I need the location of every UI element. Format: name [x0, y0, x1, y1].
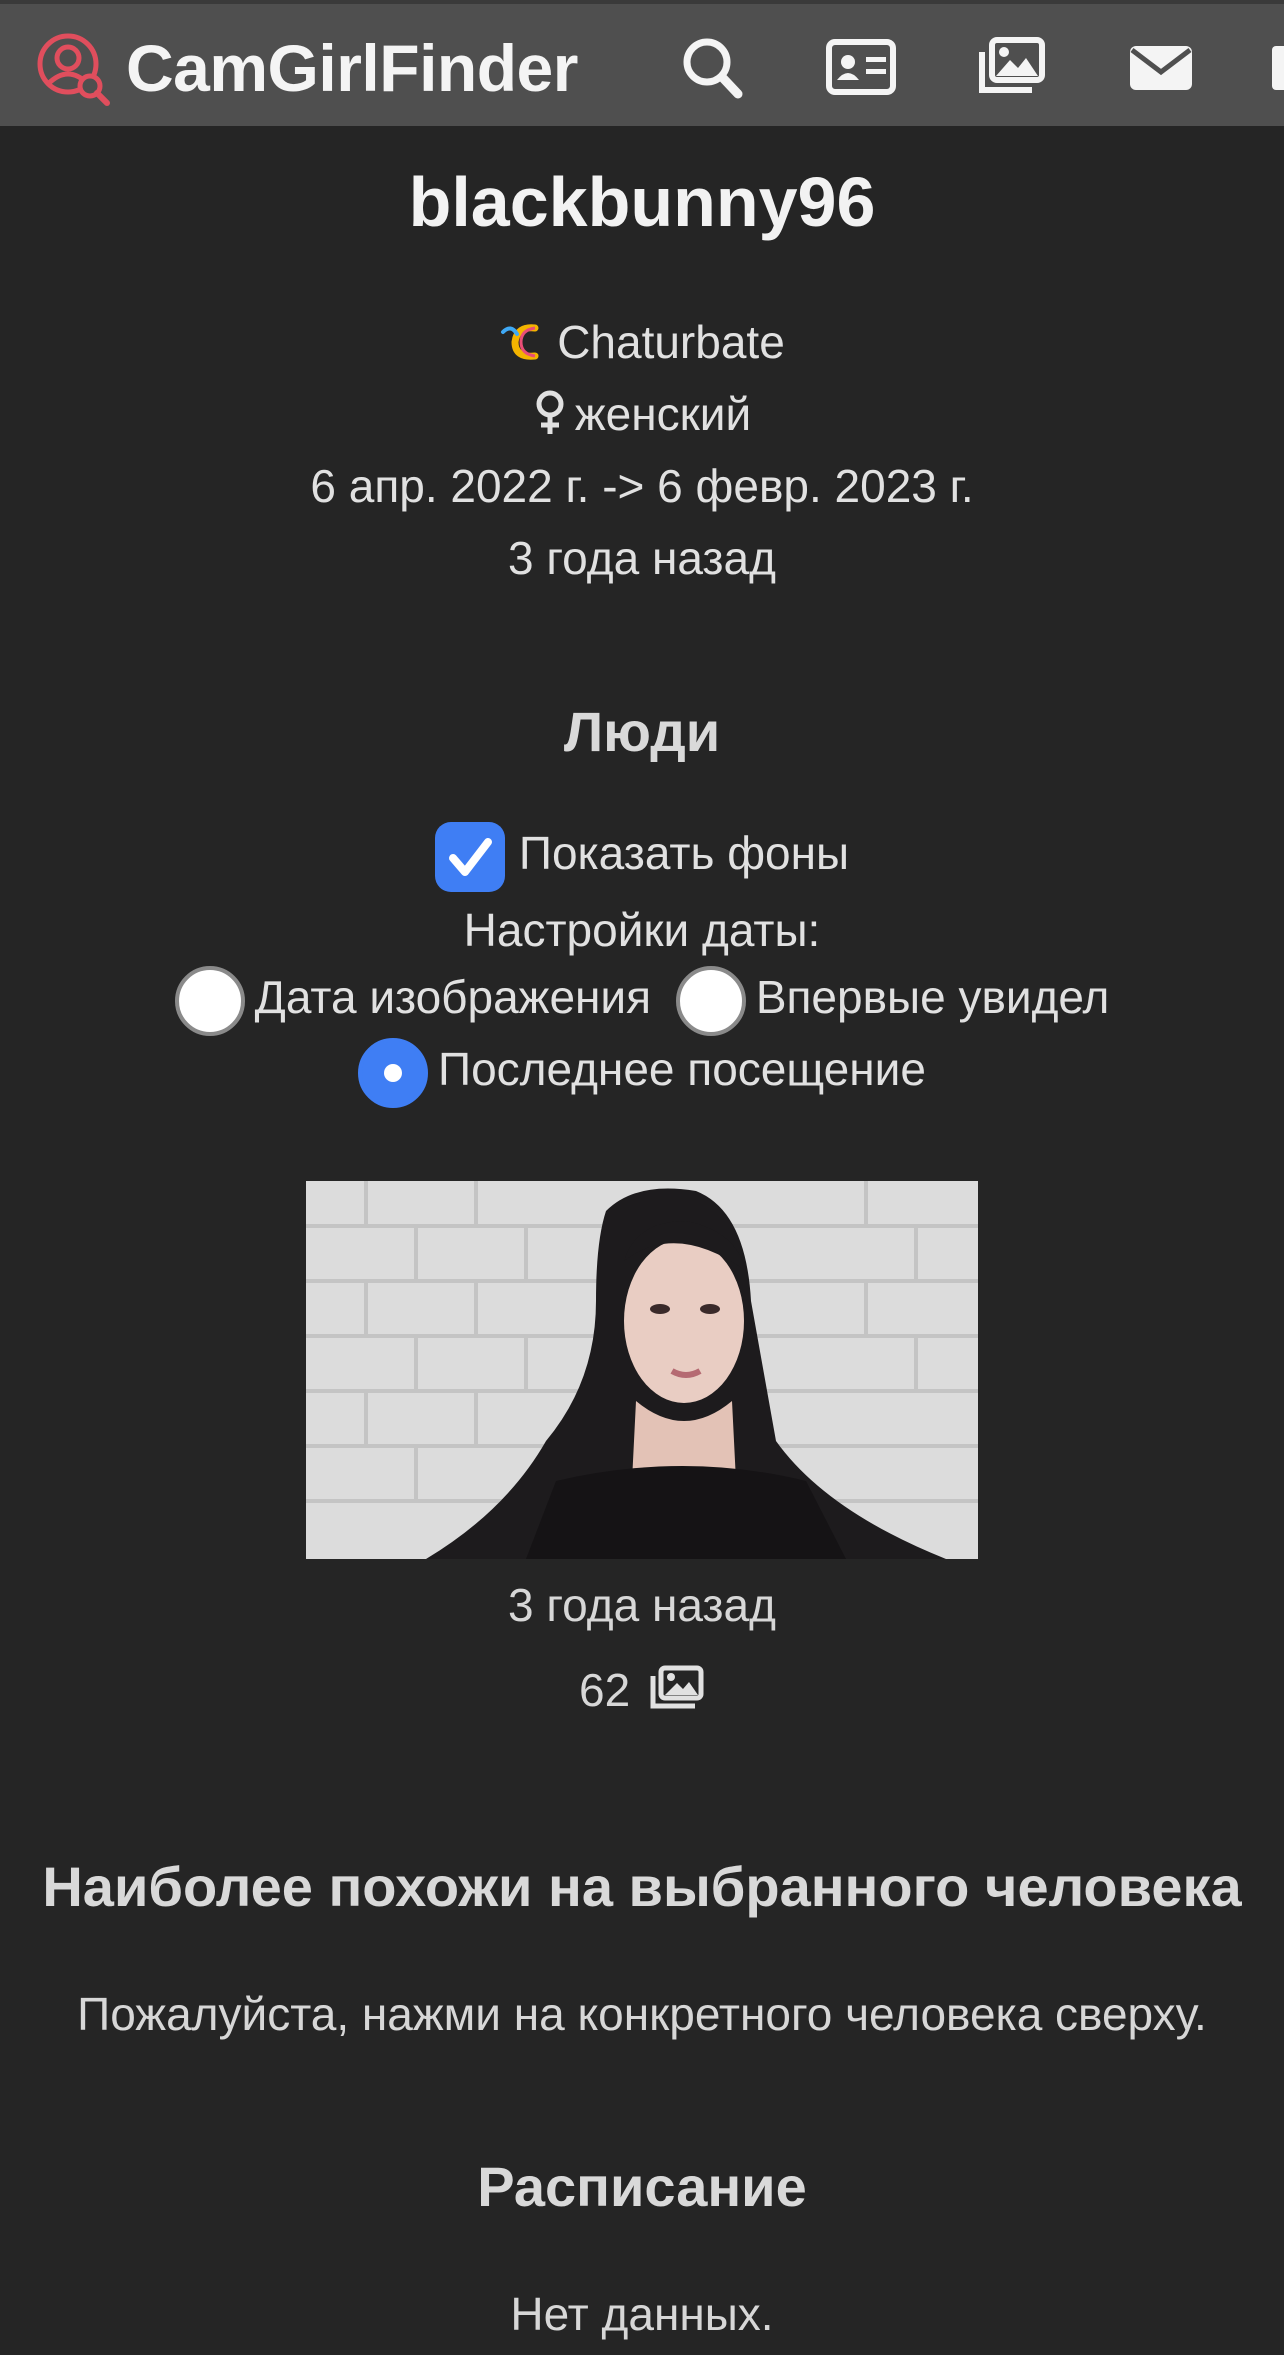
date-range: 6 апр. 2022 г. -> 6 февр. 2023 г.	[310, 460, 974, 512]
radio-image-date[interactable]	[174, 966, 245, 1036]
envelope-icon[interactable]	[1124, 32, 1198, 102]
photo-count-row[interactable]: 62	[0, 1662, 1284, 1722]
show-backgrounds-row: Показать фоны	[0, 822, 1284, 892]
people-heading: Люди	[563, 700, 721, 763]
date-options-row-1: Дата изображения Впервые увидел	[0, 966, 1284, 1036]
images-icon[interactable]	[974, 32, 1048, 102]
gender-row: женский	[0, 386, 1284, 448]
radio-first-seen[interactable]	[675, 966, 746, 1036]
female-icon	[533, 390, 567, 448]
id-card-icon[interactable]	[824, 32, 898, 102]
radio-image-date-label[interactable]: Дата изображения	[255, 971, 651, 1023]
date-options-row-2: Последнее посещение	[0, 1038, 1284, 1108]
platform-row: Chaturbate	[0, 314, 1284, 376]
navbar: CamGirlFinder	[0, 0, 1284, 126]
logo-icon[interactable]	[32, 28, 112, 108]
search-icon[interactable]	[676, 32, 750, 102]
radio-first-seen-label[interactable]: Впервые увидел	[756, 971, 1110, 1023]
similar-heading: Наиболее похожи на выбранного человека	[42, 1855, 1242, 1918]
photo-count: 62	[579, 1664, 631, 1716]
chaturbate-icon	[499, 320, 549, 376]
platform-name: Chaturbate	[557, 316, 785, 368]
brand-name[interactable]: CamGirlFinder	[126, 30, 578, 106]
date-settings-label: Настройки даты:	[463, 904, 821, 956]
show-backgrounds-checkbox[interactable]	[434, 822, 505, 892]
radio-last-visit[interactable]	[358, 1038, 429, 1108]
gender-label: женский	[574, 388, 752, 440]
profile-username: blackbunny96	[408, 163, 876, 241]
schedule-text: Нет данных.	[510, 2288, 774, 2340]
images-icon	[649, 1664, 705, 1722]
similar-text: Пожалуйста, нажми на конкретного человек…	[77, 1988, 1207, 2040]
partial-icon[interactable]	[1268, 32, 1284, 102]
radio-last-visit-label[interactable]: Последнее посещение	[438, 1043, 926, 1095]
relative-time: 3 года назад	[508, 532, 776, 584]
schedule-heading: Расписание	[477, 2155, 807, 2218]
profile-photo[interactable]	[306, 1181, 978, 1559]
photo-relative-time: 3 года назад	[508, 1579, 776, 1631]
show-backgrounds-label[interactable]: Показать фоны	[519, 827, 849, 879]
